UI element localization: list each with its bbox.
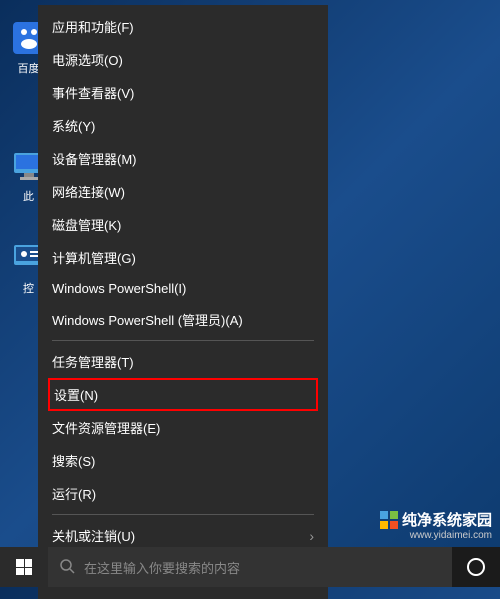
menu-item-network[interactable]: 网络连接(W) <box>38 175 328 208</box>
highlight-annotation: 设置(N) <box>48 378 318 411</box>
menu-item-device-manager[interactable]: 设备管理器(M) <box>38 142 328 175</box>
search-placeholder: 在这里输入你要搜索的内容 <box>84 558 240 577</box>
menu-item-file-explorer[interactable]: 文件资源管理器(E) <box>38 411 328 444</box>
windows-logo-icon <box>16 559 32 575</box>
cortana-button[interactable] <box>452 547 500 587</box>
start-button[interactable] <box>0 547 48 587</box>
menu-item-computer-mgmt[interactable]: 计算机管理(G) <box>38 241 328 274</box>
menu-item-powershell-admin[interactable]: Windows PowerShell (管理员)(A) <box>38 303 328 336</box>
menu-item-system[interactable]: 系统(Y) <box>38 109 328 142</box>
taskbar: 在这里输入你要搜索的内容 <box>0 547 500 587</box>
menu-item-apps-features[interactable]: 应用和功能(F) <box>38 10 328 43</box>
menu-item-run[interactable]: 运行(R) <box>38 477 328 510</box>
menu-separator <box>52 340 314 341</box>
menu-item-powershell[interactable]: Windows PowerShell(I) <box>38 274 328 303</box>
watermark-url: www.yidaimei.com <box>380 530 492 541</box>
menu-item-disk-mgmt[interactable]: 磁盘管理(K) <box>38 208 328 241</box>
cortana-icon <box>467 558 485 576</box>
chevron-right-icon: › <box>309 528 314 544</box>
menu-item-power-options[interactable]: 电源选项(O) <box>38 43 328 76</box>
menu-item-event-viewer[interactable]: 事件查看器(V) <box>38 76 328 109</box>
menu-item-settings[interactable]: 设置(N) <box>54 385 312 404</box>
menu-item-task-manager[interactable]: 任务管理器(T) <box>38 345 328 378</box>
winx-context-menu: 应用和功能(F) 电源选项(O) 事件查看器(V) 系统(Y) 设备管理器(M)… <box>38 5 328 599</box>
watermark: 纯净系统家园 www.yidaimei.com <box>380 509 492 541</box>
search-icon <box>60 559 76 575</box>
menu-item-search[interactable]: 搜索(S) <box>38 444 328 477</box>
menu-separator <box>52 514 314 515</box>
taskbar-search-input[interactable]: 在这里输入你要搜索的内容 <box>48 547 452 587</box>
watermark-logo-icon <box>380 511 398 529</box>
watermark-title: 纯净系统家园 <box>402 509 492 530</box>
